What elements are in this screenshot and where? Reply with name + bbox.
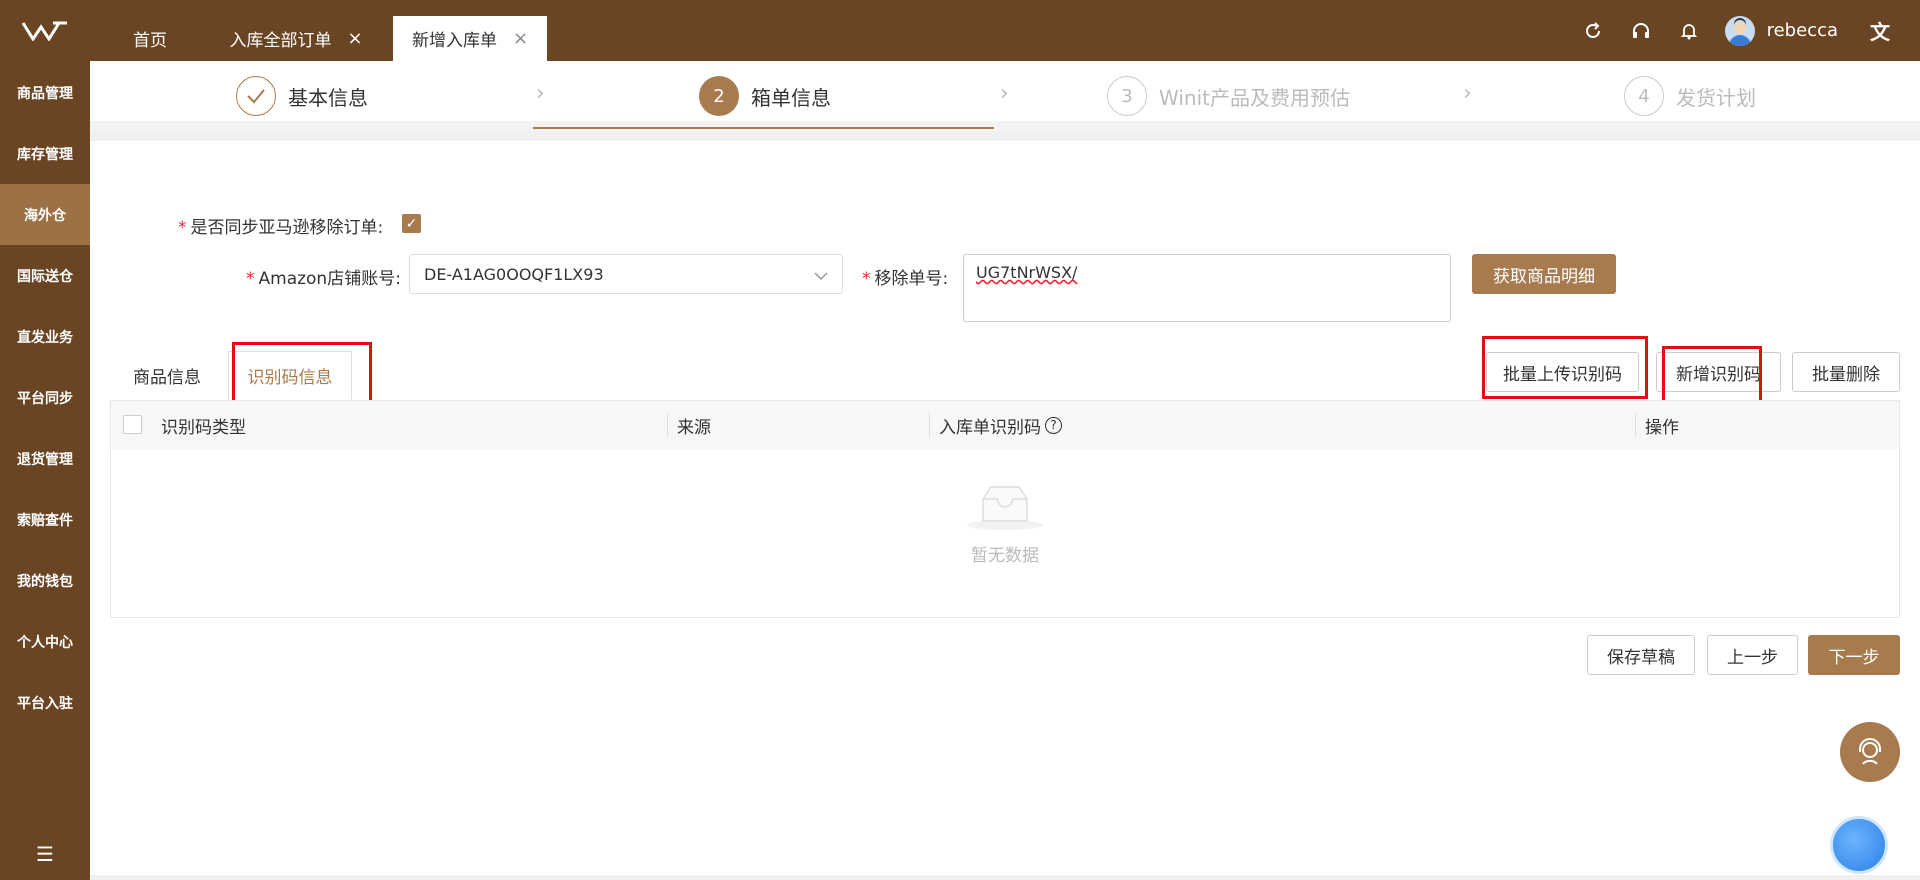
batch-delete-button[interactable]: 批量删除 bbox=[1792, 352, 1900, 392]
chevron-right-icon: › bbox=[1000, 81, 1009, 106]
column-divider bbox=[929, 413, 930, 437]
amazon-store-label: * Amazon店铺账号: bbox=[246, 264, 401, 289]
empty-box-icon bbox=[965, 481, 1045, 531]
amazon-store-select[interactable]: DE-A1AG0OOQF1LX93 bbox=[409, 254, 843, 294]
logo[interactable] bbox=[0, 0, 90, 62]
save-draft-button[interactable]: 保存草稿 bbox=[1587, 635, 1695, 675]
avatar[interactable] bbox=[1724, 15, 1755, 46]
sync-amazon-checkbox[interactable]: ✓ bbox=[402, 214, 421, 233]
column-divider bbox=[667, 413, 668, 437]
sidebar-item-platform-sync[interactable]: 平台同步 bbox=[0, 367, 90, 428]
sidebar-item-platform-onboarding[interactable]: 平台入驻 bbox=[0, 672, 90, 733]
active-step-underline bbox=[533, 127, 994, 129]
close-icon[interactable]: × bbox=[347, 28, 362, 49]
check-icon bbox=[236, 76, 276, 116]
store-select-value: DE-A1AG0OOQF1LX93 bbox=[424, 264, 604, 284]
tab-all-inbound-orders[interactable]: 入库全部订单 × bbox=[220, 16, 372, 61]
customer-support-button[interactable] bbox=[1840, 722, 1900, 782]
step-number: 3 bbox=[1107, 76, 1147, 116]
sidebar-item-profile[interactable]: 个人中心 bbox=[0, 611, 90, 672]
column-header-code-type: 识别码类型 bbox=[161, 417, 246, 438]
step-number: 2 bbox=[699, 76, 739, 116]
step-packing-list[interactable]: 2 箱单信息 bbox=[699, 76, 831, 116]
tab-label: 新增入库单 bbox=[411, 31, 497, 51]
help-icon[interactable]: ? bbox=[1045, 416, 1062, 434]
headset-icon[interactable] bbox=[1629, 19, 1653, 43]
empty-text: 暂无数据 bbox=[971, 546, 1039, 566]
previous-step-button[interactable]: 上一步 bbox=[1707, 635, 1798, 675]
removal-order-label: * 移除单号: bbox=[862, 264, 948, 289]
refresh-icon[interactable] bbox=[1581, 19, 1605, 43]
header-toolbar: rebecca 文 bbox=[1581, 0, 1920, 61]
batch-upload-codes-button[interactable]: 批量上传识别码 bbox=[1486, 352, 1639, 392]
sidebar-item-products[interactable]: 商品管理 bbox=[0, 62, 90, 123]
sync-amazon-label: * 是否同步亚马逊移除订单: bbox=[178, 213, 383, 238]
code-table: 识别码类型 来源 入库单识别码 ? 操作 暂无数据 bbox=[110, 400, 1900, 618]
select-all-checkbox[interactable] bbox=[123, 415, 142, 434]
sidebar-item-returns[interactable]: 退货管理 bbox=[0, 428, 90, 489]
chevron-right-icon: › bbox=[536, 81, 545, 106]
chevron-down-icon bbox=[814, 265, 828, 284]
step-basic-info[interactable]: 基本信息 bbox=[236, 76, 368, 116]
fetch-product-details-button[interactable]: 获取商品明细 bbox=[1472, 254, 1616, 294]
column-header-source: 来源 bbox=[677, 417, 711, 438]
column-header-inbound-code: 入库单识别码 ? bbox=[939, 401, 1062, 449]
support-agent-icon bbox=[1859, 738, 1881, 765]
bell-icon[interactable] bbox=[1677, 19, 1701, 43]
required-mark: * bbox=[246, 269, 255, 289]
username[interactable]: rebecca bbox=[1767, 20, 1838, 41]
header: 首页 入库全部订单 × 新增入库单 × rebecca 文 bbox=[90, 0, 1920, 61]
add-code-button[interactable]: 新增识别码 bbox=[1656, 352, 1781, 392]
step-number: 4 bbox=[1624, 76, 1664, 116]
sidebar-item-inventory[interactable]: 库存管理 bbox=[0, 123, 90, 184]
step-label: 基本信息 bbox=[288, 85, 368, 110]
tab-label: 首页 bbox=[133, 31, 167, 51]
column-header-text: 入库单识别码 bbox=[939, 417, 1041, 438]
tab-code-info[interactable]: 识别码信息 bbox=[228, 351, 352, 400]
table-header: 识别码类型 来源 入库单识别码 ? 操作 bbox=[111, 401, 1899, 449]
sidebar-item-overseas-warehouse[interactable]: 海外仓 bbox=[0, 184, 90, 245]
sidebar-item-international-delivery[interactable]: 国际送仓 bbox=[0, 245, 90, 306]
sidebar-item-direct-shipping[interactable]: 直发业务 bbox=[0, 306, 90, 367]
sidebar-item-claims[interactable]: 索赔查件 bbox=[0, 489, 90, 550]
sync-label-text: 是否同步亚马逊移除订单: bbox=[190, 218, 384, 238]
close-icon[interactable]: × bbox=[513, 28, 528, 49]
sidebar-item-wallet[interactable]: 我的钱包 bbox=[0, 550, 90, 611]
assistant-floating-button[interactable] bbox=[1830, 816, 1888, 874]
column-header-actions: 操作 bbox=[1645, 417, 1679, 438]
progress-steps: 基本信息 › 2 箱单信息 › 3 Winit产品及费用预估 › 4 发货计划 bbox=[90, 61, 1920, 131]
step-label: Winit产品及费用预估 bbox=[1159, 85, 1350, 110]
required-mark: * bbox=[178, 218, 187, 238]
tab-home[interactable]: 首页 bbox=[110, 16, 190, 61]
removal-order-value: UG7tNrWSX/ bbox=[976, 263, 1078, 282]
store-label-text: Amazon店铺账号: bbox=[258, 269, 401, 289]
empty-state: 暂无数据 bbox=[111, 481, 1899, 566]
column-divider bbox=[1635, 413, 1636, 437]
next-step-button[interactable]: 下一步 bbox=[1808, 635, 1900, 675]
step-shipping-plan[interactable]: 4 发货计划 bbox=[1624, 76, 1756, 116]
tab-label: 入库全部订单 bbox=[229, 31, 332, 51]
chevron-right-icon: › bbox=[1463, 81, 1472, 106]
step-label: 发货计划 bbox=[1676, 85, 1756, 110]
translate-icon[interactable]: 文 bbox=[1868, 19, 1892, 44]
menu-collapse-icon[interactable]: ☰ bbox=[0, 842, 90, 866]
step-label: 箱单信息 bbox=[751, 85, 831, 110]
required-mark: * bbox=[862, 269, 871, 289]
removal-label-text: 移除单号: bbox=[874, 269, 949, 289]
sidebar: 商品管理 库存管理 海外仓 国际送仓 直发业务 平台同步 退货管理 索赔查件 我… bbox=[0, 0, 90, 880]
tab-product-info[interactable]: 商品信息 bbox=[112, 351, 222, 400]
removal-order-input[interactable]: UG7tNrWSX/ bbox=[963, 254, 1451, 322]
tab-new-inbound-order[interactable]: 新增入库单 × bbox=[393, 16, 547, 61]
step-product-fee-estimate[interactable]: 3 Winit产品及费用预估 bbox=[1107, 76, 1350, 116]
